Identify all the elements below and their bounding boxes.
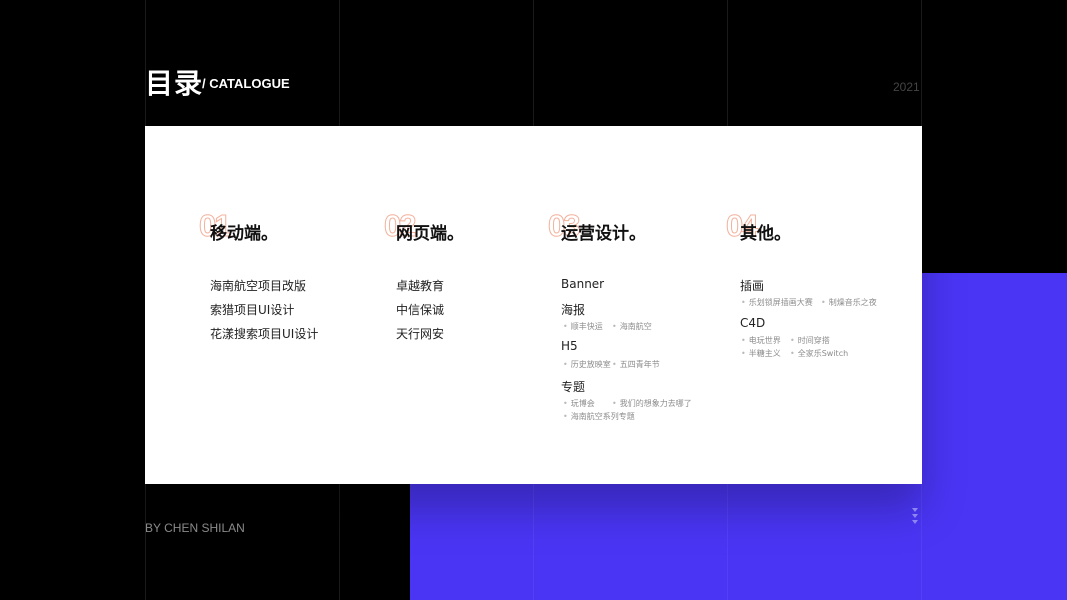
- sub-item[interactable]: 时间穿搭: [790, 335, 830, 346]
- sub-item[interactable]: 顺丰快运: [563, 321, 603, 332]
- list-item[interactable]: 卓越教育: [396, 277, 444, 294]
- sub-item[interactable]: 五四青年节: [612, 359, 660, 370]
- sub-item[interactable]: 制燥音乐之夜: [821, 297, 877, 308]
- group-label[interactable]: Banner: [561, 277, 604, 291]
- section-title-other: 其他。: [740, 224, 791, 244]
- sub-item[interactable]: 电玩世界: [741, 335, 781, 346]
- sub-item[interactable]: 乐划锁屏插画大赛: [741, 297, 813, 308]
- section-title-operations: 运营设计。: [561, 224, 646, 244]
- group-label[interactable]: H5: [561, 339, 578, 353]
- sub-item[interactable]: 我们的想象力去哪了: [612, 398, 692, 409]
- group-label[interactable]: C4D: [740, 316, 765, 330]
- list-item[interactable]: 天行网安: [396, 325, 444, 342]
- catalogue-card: 01 移动端。 海南航空项目改版 索猎项目UI设计 花漾搜索项目UI设计 02 …: [145, 126, 922, 484]
- scroll-down-icon[interactable]: [910, 508, 920, 526]
- list-item[interactable]: 海南航空项目改版: [210, 277, 306, 294]
- group-label[interactable]: 插画: [740, 277, 764, 294]
- section-title-web: 网页端。: [396, 224, 464, 244]
- sub-item[interactable]: 海南航空系列专题: [563, 411, 635, 422]
- list-item[interactable]: 中信保诚: [396, 301, 444, 318]
- sub-item[interactable]: 全家乐Switch: [790, 348, 848, 359]
- sub-item[interactable]: 玩博会: [563, 398, 595, 409]
- group-label[interactable]: 专题: [561, 378, 585, 395]
- year-label: 2021: [893, 80, 920, 94]
- section-title-mobile: 移动端。: [210, 224, 278, 244]
- list-item[interactable]: 花漾搜索项目UI设计: [210, 325, 318, 342]
- sub-item[interactable]: 半糖主义: [741, 348, 781, 359]
- sub-item[interactable]: 海南航空: [612, 321, 652, 332]
- page-subtitle: / CATALOGUE: [202, 76, 290, 91]
- page-title: 目录: [145, 67, 204, 100]
- group-label[interactable]: 海报: [561, 301, 585, 318]
- sub-item[interactable]: 历史放映室: [563, 359, 611, 370]
- list-item[interactable]: 索猎项目UI设计: [210, 301, 294, 318]
- author-credit: BY CHEN SHILAN: [145, 521, 245, 535]
